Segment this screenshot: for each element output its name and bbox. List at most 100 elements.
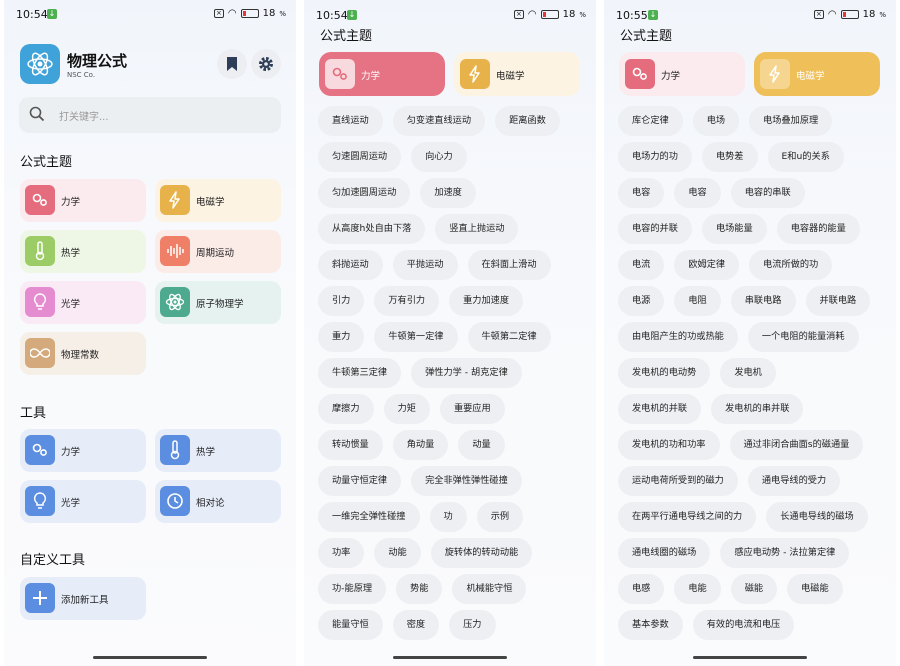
formula-chip[interactable]: 一个电阻的能量消耗 [747, 322, 859, 352]
formula-chip[interactable]: 电容器的能量 [776, 214, 860, 244]
settings-button[interactable] [251, 49, 281, 79]
formula-chip[interactable]: 动能 [374, 538, 421, 568]
formula-chip[interactable]: 库仑定律 [618, 106, 683, 136]
formula-chip[interactable]: 发电机的串并联 [711, 394, 804, 424]
formula-chip[interactable]: 有效的电流和电压 [692, 610, 795, 640]
formula-chip[interactable]: 重要应用 [439, 394, 505, 424]
formula-chip[interactable]: 电场能量 [701, 214, 767, 244]
formula-chip[interactable]: 平抛运动 [392, 250, 458, 280]
formula-chip[interactable]: 电流 [618, 250, 665, 280]
formula-chip[interactable]: 欧姆定律 [674, 250, 740, 280]
formula-chip[interactable]: 发电机 [720, 358, 776, 388]
formula-chip[interactable]: 匀速圆周运动 [318, 142, 402, 172]
topic-card[interactable]: 力学 [20, 179, 146, 222]
formula-chip[interactable]: 基本参数 [618, 610, 683, 640]
formula-chip[interactable]: 势能 [396, 574, 443, 604]
formula-chip[interactable]: 一维完全弹性碰撞 [318, 502, 420, 532]
formula-chip[interactable]: 压力 [449, 610, 496, 640]
formula-chip[interactable]: 万有引力 [374, 286, 440, 316]
tool-card[interactable]: 力学 [20, 429, 146, 472]
waveform-icon [160, 236, 190, 266]
search-input[interactable]: 打关键字... [19, 97, 281, 133]
formula-chip[interactable]: 电容的并联 [618, 214, 692, 244]
formula-chip[interactable]: 电阻 [674, 286, 721, 316]
formula-chip[interactable]: 斜抛运动 [318, 250, 383, 280]
topic-card[interactable]: 物理常数 [20, 332, 146, 375]
formula-chip[interactable]: 距离函数 [495, 106, 560, 136]
formula-chip[interactable]: 引力 [318, 286, 365, 316]
formula-chip[interactable]: 向心力 [411, 142, 467, 172]
tab-mechanics[interactable]: 力学 [319, 52, 445, 96]
formula-chip[interactable]: 直线运动 [318, 106, 383, 136]
formula-chip[interactable]: 功率 [318, 538, 365, 568]
tool-card[interactable]: 相对论 [155, 480, 281, 523]
formula-chip[interactable]: 转动惯量 [318, 430, 383, 460]
formula-chip[interactable]: 动量守恒定律 [318, 466, 402, 496]
formula-chip[interactable]: 电场 [692, 106, 740, 136]
formula-chip[interactable]: 重力 [318, 322, 365, 352]
formula-chip[interactable]: 匀变速直线运动 [392, 106, 486, 136]
formula-chip[interactable]: 电容 [618, 178, 665, 208]
formula-chip[interactable]: 电磁能 [787, 574, 843, 604]
formula-chip[interactable]: 长通电导线的磁场 [766, 502, 868, 532]
status-bar: 10:54 ↓ × ◠ 18% [16, 8, 286, 21]
tab-electromagnetism[interactable]: 电磁学 [454, 52, 580, 96]
formula-chip[interactable]: 在斜面上滑动 [467, 250, 551, 280]
formula-chip[interactable]: 匀加速圆周运动 [318, 178, 411, 208]
formula-chip[interactable]: 电容的串联 [730, 178, 805, 208]
formula-chip[interactable]: 电流所做的功 [749, 250, 833, 280]
formula-chip[interactable]: E和u的关系 [767, 142, 844, 172]
formula-chip[interactable]: 电感 [618, 574, 665, 604]
formula-chip[interactable]: 通过非闭合曲面s的磁通量 [729, 430, 864, 460]
formula-chip[interactable]: 通电线圈的磁场 [618, 538, 711, 568]
formula-chip[interactable]: 重力加速度 [449, 286, 524, 316]
tab-mechanics[interactable]: 力学 [619, 52, 745, 96]
tool-card[interactable]: 热学 [155, 429, 281, 472]
formula-chip[interactable]: 电容 [674, 178, 721, 208]
topic-card[interactable]: 周期运动 [155, 230, 281, 273]
formula-chip[interactable]: 完全非弹性弹性碰撞 [411, 466, 522, 496]
formula-chip[interactable]: 在两平行通电导线之间的力 [618, 502, 757, 532]
formula-chip[interactable]: 弹性力学 - 胡克定律 [411, 358, 522, 388]
formula-chip[interactable]: 功-能原理 [318, 574, 387, 604]
formula-chip[interactable]: 运动电荷所受到的磁力 [618, 466, 738, 496]
formula-chip[interactable]: 通电导线的受力 [747, 466, 841, 496]
formula-chip[interactable]: 摩擦力 [318, 394, 374, 424]
formula-chip[interactable]: 发电机的并联 [618, 394, 702, 424]
formula-chip[interactable]: 角动量 [392, 430, 449, 460]
formula-chip[interactable]: 加速度 [420, 178, 476, 208]
formula-chip[interactable]: 动量 [458, 430, 505, 460]
topic-card[interactable]: 原子物理学 [155, 281, 281, 324]
formula-chip[interactable]: 密度 [392, 610, 440, 640]
formula-chip[interactable]: 并联电路 [805, 286, 871, 316]
formula-chip[interactable]: 由电阻产生的功或热能 [618, 322, 738, 352]
formula-chip[interactable]: 能量守恒 [318, 610, 383, 640]
topic-card[interactable]: 电磁学 [155, 179, 281, 222]
formula-chip[interactable]: 示例 [476, 502, 524, 532]
formula-chip[interactable]: 电场叠加原理 [749, 106, 833, 136]
tool-card[interactable]: 光学 [20, 480, 146, 523]
formula-chip[interactable]: 力矩 [383, 394, 430, 424]
formula-chip[interactable]: 发电机的电动势 [618, 358, 711, 388]
topic-card[interactable]: 热学 [20, 230, 146, 273]
formula-chip[interactable]: 牛顿第三定律 [318, 358, 402, 388]
formula-chip[interactable]: 电源 [618, 286, 665, 316]
formula-chip[interactable]: 感应电动势 - 法拉第定律 [720, 538, 850, 568]
formula-chip[interactable]: 从高度h处自由下落 [318, 214, 426, 244]
tab-electromagnetism[interactable]: 电磁学 [754, 52, 880, 96]
formula-chip[interactable]: 电能 [674, 574, 721, 604]
formula-chip[interactable]: 功 [429, 502, 467, 532]
formula-chip[interactable]: 串联电路 [730, 286, 796, 316]
formula-chip[interactable]: 机械能守恒 [452, 574, 527, 604]
formula-chip[interactable]: 发电机的功和功率 [618, 430, 720, 460]
formula-chip[interactable]: 竖直上抛运动 [435, 214, 519, 244]
topic-card[interactable]: 光学 [20, 281, 146, 324]
formula-chip[interactable]: 电势差 [701, 142, 758, 172]
formula-chip[interactable]: 牛顿第一定律 [374, 322, 458, 352]
add-tool-button[interactable]: 添加新工具 [20, 577, 146, 620]
formula-chip[interactable]: 磁能 [730, 574, 778, 604]
bookmark-button[interactable] [217, 49, 247, 79]
formula-chip[interactable]: 电场力的功 [618, 142, 692, 172]
formula-chip[interactable]: 旋转体的转动动能 [430, 538, 533, 568]
formula-chip[interactable]: 牛顿第二定律 [467, 322, 551, 352]
